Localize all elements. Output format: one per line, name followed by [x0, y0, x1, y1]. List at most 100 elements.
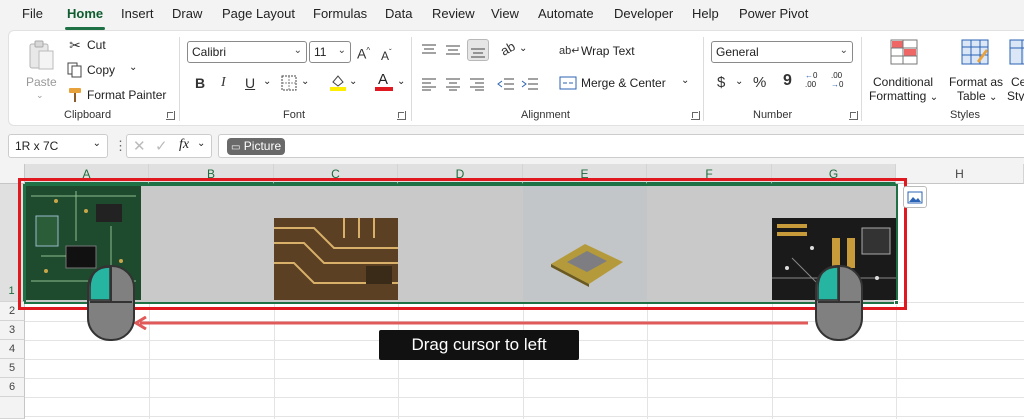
- tab-file[interactable]: File: [22, 6, 43, 21]
- fill-color-icon[interactable]: [329, 73, 347, 91]
- conditional-formatting-icon: [890, 39, 918, 65]
- name-box-value: 1R x 7C: [15, 139, 59, 153]
- tab-home[interactable]: Home: [64, 6, 106, 30]
- percent-icon[interactable]: %: [753, 75, 766, 91]
- spreadsheet-grid[interactable]: A B C D E F G H 1 2 3 4 5 6: [0, 164, 1024, 419]
- place-in-cell-button[interactable]: [903, 186, 927, 208]
- borders-icon[interactable]: [281, 75, 297, 91]
- insert-function-button[interactable]: fx: [179, 137, 189, 153]
- format-painter-label: Format Painter: [87, 88, 167, 102]
- column-header-h[interactable]: H: [896, 164, 1024, 184]
- font-color-icon[interactable]: A: [375, 71, 393, 91]
- gridline: [25, 397, 1024, 398]
- decrease-indent-icon[interactable]: [497, 77, 515, 91]
- tab-formulas[interactable]: Formulas: [313, 6, 367, 21]
- decrease-decimal-icon[interactable]: .00 →0: [831, 71, 851, 93]
- merge-center-label: Merge & Center: [581, 76, 666, 90]
- align-left-icon[interactable]: [421, 77, 437, 91]
- bold-button[interactable]: B: [195, 75, 205, 91]
- italic-button[interactable]: I: [221, 75, 226, 91]
- wrap-text-icon: ab↵: [559, 45, 581, 57]
- align-bottom-button[interactable]: [467, 39, 489, 61]
- group-label-font: Font: [283, 109, 306, 121]
- increase-indent-icon[interactable]: [521, 77, 539, 91]
- font-launcher-icon[interactable]: [397, 111, 406, 120]
- picture-pill-label: Picture: [243, 139, 282, 153]
- tab-view[interactable]: View: [491, 6, 519, 21]
- formula-input[interactable]: ▭ Picture: [218, 134, 1024, 158]
- enter-check-icon[interactable]: ✓: [155, 137, 168, 155]
- row-header-6[interactable]: 6: [0, 378, 25, 397]
- conditional-formatting-label-1: Conditional: [873, 75, 934, 89]
- cancel-icon[interactable]: ✕: [133, 137, 146, 155]
- chevron-down-icon: ⌄: [839, 45, 848, 56]
- align-middle-icon[interactable]: [445, 43, 461, 57]
- grow-font-icon[interactable]: A^: [357, 43, 370, 62]
- align-top-icon[interactable]: [421, 43, 437, 57]
- tab-draw[interactable]: Draw: [172, 6, 202, 21]
- tab-developer[interactable]: Developer: [614, 6, 673, 21]
- chevron-down-icon[interactable]: ⌄: [519, 43, 527, 54]
- paste-label: Paste: [26, 75, 57, 89]
- comma-style-icon[interactable]: 9: [783, 73, 792, 89]
- image-icon: ▭: [231, 142, 241, 153]
- group-label-number: Number: [753, 109, 793, 121]
- cell-styles-label-1: Ce: [1011, 75, 1024, 89]
- conditional-formatting-button[interactable]: Conditional Formatting ⌄: [869, 37, 939, 103]
- chevron-down-icon[interactable]: ⌄: [263, 76, 271, 87]
- gridline: [25, 378, 1024, 379]
- font-size-dropdown[interactable]: 11 ⌄: [309, 41, 351, 63]
- chevron-down-icon: ⌄: [293, 45, 302, 56]
- merge-center-icon: [559, 76, 577, 90]
- tab-page-layout[interactable]: Page Layout: [222, 6, 295, 21]
- chevron-down-icon[interactable]: ⌄: [197, 138, 205, 149]
- alignment-launcher-icon[interactable]: [691, 111, 700, 120]
- tab-insert[interactable]: Insert: [121, 6, 154, 21]
- align-right-icon[interactable]: [469, 77, 485, 91]
- font-size-value: 11: [314, 45, 327, 59]
- row-header-4[interactable]: 4: [0, 340, 25, 359]
- align-center-icon[interactable]: [445, 77, 461, 91]
- mouse-icon-left: [87, 265, 135, 341]
- number-launcher-icon[interactable]: [849, 111, 858, 120]
- font-name-dropdown[interactable]: Calibri ⌄: [187, 41, 307, 63]
- row-header-3[interactable]: 3: [0, 321, 25, 340]
- format-as-table-label-1: Format as: [949, 75, 1004, 89]
- tab-help[interactable]: Help: [692, 6, 719, 21]
- merge-center-button[interactable]: Merge & Center ⌄: [559, 75, 689, 93]
- drag-arrow: [133, 316, 808, 330]
- currency-icon[interactable]: $: [717, 75, 725, 91]
- chevron-down-icon[interactable]: ⌄: [93, 138, 101, 149]
- format-as-table-icon: [961, 39, 989, 65]
- tab-data[interactable]: Data: [385, 6, 412, 21]
- image-icon: [907, 191, 923, 204]
- cell-styles-button[interactable]: Ce Style: [1007, 37, 1024, 101]
- tab-power-pivot[interactable]: Power Pivot: [739, 6, 808, 21]
- tab-review[interactable]: Review: [432, 6, 475, 21]
- row-header-7[interactable]: [0, 397, 25, 419]
- orientation-icon[interactable]: ab: [496, 38, 520, 61]
- name-box[interactable]: 1R x 7C ⌄: [8, 134, 108, 158]
- chevron-down-icon[interactable]: ⌄: [735, 76, 743, 87]
- highlight-box: [18, 178, 907, 310]
- chevron-down-icon[interactable]: ⌄: [129, 62, 137, 73]
- underline-button[interactable]: U: [245, 75, 255, 91]
- number-format-dropdown[interactable]: General ⌄: [711, 41, 853, 63]
- group-divider: [861, 37, 862, 121]
- chevron-down-icon[interactable]: ⌄: [397, 76, 405, 87]
- tab-automate[interactable]: Automate: [538, 6, 594, 21]
- copy-icon: [67, 62, 82, 78]
- paste-icon: [29, 40, 54, 70]
- clipboard-launcher-icon[interactable]: [166, 111, 175, 120]
- increase-decimal-icon[interactable]: ←0.00: [805, 71, 825, 93]
- cell-styles-label-2: Style: [1007, 89, 1024, 101]
- paintbrush-icon: [69, 88, 81, 102]
- group-divider: [703, 37, 704, 121]
- row-header-5[interactable]: 5: [0, 359, 25, 378]
- formula-buttons: ✕ ✓ fx ⌄: [126, 134, 212, 158]
- chevron-down-icon[interactable]: ⌄: [349, 76, 357, 87]
- chevron-down-icon[interactable]: ⌄: [301, 76, 309, 87]
- shrink-font-icon[interactable]: Aˇ: [381, 45, 392, 64]
- paste-button[interactable]: Paste ⌄: [23, 37, 59, 101]
- format-as-table-button[interactable]: Format as Table ⌄: [943, 37, 1005, 103]
